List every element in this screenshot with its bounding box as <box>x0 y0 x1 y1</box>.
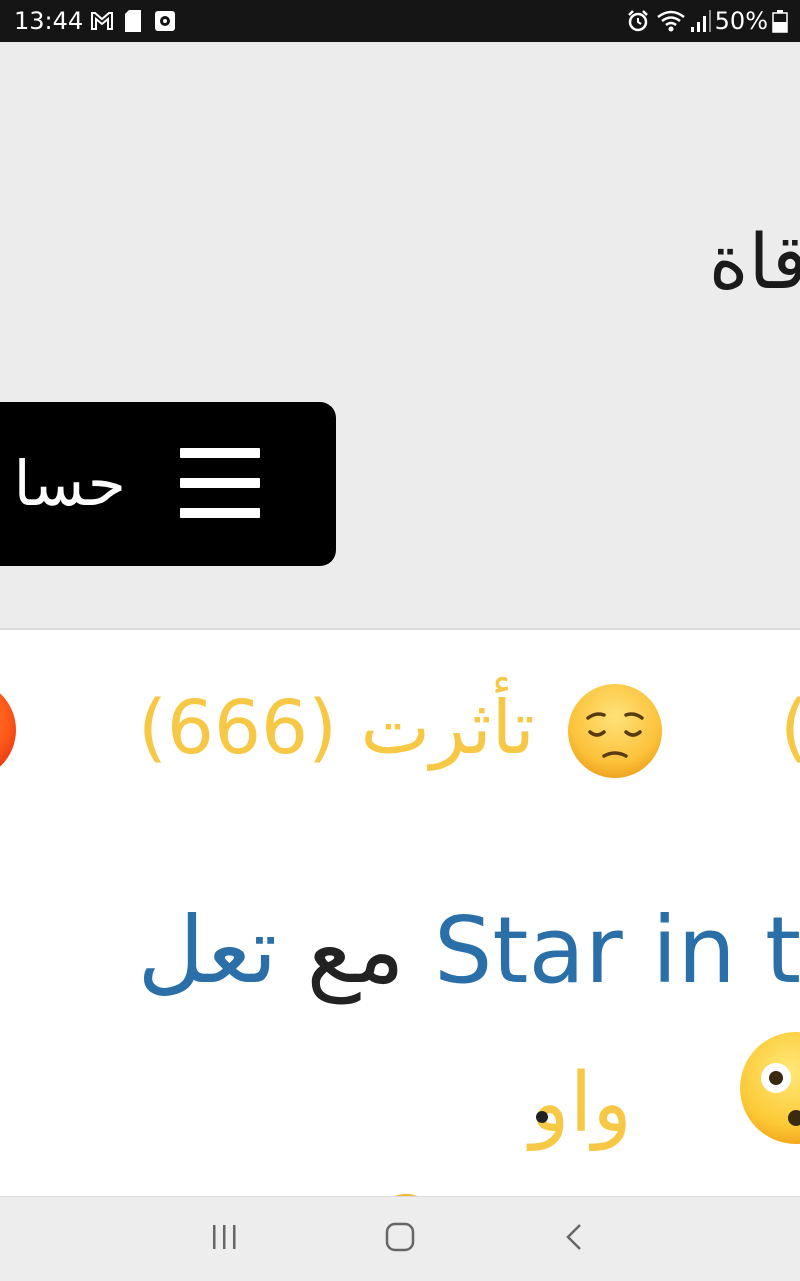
gmail-icon <box>91 12 113 30</box>
comment-item: Star in the da مع تعل واو <box>0 826 800 1196</box>
reactions-bar: (666) تأثرت ( <box>0 628 800 829</box>
menu-label: حسا <box>13 447 126 520</box>
wifi-icon <box>657 10 685 32</box>
comment-reaction-word: واو <box>530 1056 632 1151</box>
reaction-sad-label[interactable]: (666) تأثرت <box>138 680 535 776</box>
hamburger-menu-icon[interactable] <box>180 448 260 518</box>
reaction-count: (666) <box>138 685 337 771</box>
wow-face-icon <box>740 1032 800 1144</box>
back-icon[interactable] <box>560 1217 590 1257</box>
comment-with: مع <box>306 897 405 1004</box>
sd-card-icon <box>125 10 141 32</box>
status-bar: 13:44 50% <box>0 0 800 42</box>
reaction-partial-paren: ( <box>780 680 800 776</box>
battery-icon <box>772 10 788 33</box>
app-icon <box>155 11 175 31</box>
recent-apps-icon[interactable] <box>210 1217 240 1257</box>
battery-percentage: 50% <box>714 7 768 35</box>
page-title: قاة <box>708 217 800 306</box>
status-time: 13:44 <box>14 7 84 35</box>
signal-icon <box>691 10 711 32</box>
system-navigation-bar <box>0 1196 800 1281</box>
page-header: قاة حسا <box>0 42 800 628</box>
comment-period <box>536 1111 548 1123</box>
menu-bar[interactable]: حسا <box>0 402 336 566</box>
reaction-label: تأثرت <box>360 685 535 771</box>
comment-text: Star in the da مع تعل <box>138 896 800 1006</box>
alarm-icon <box>628 10 648 32</box>
angry-face-icon[interactable] <box>0 678 18 782</box>
home-icon[interactable] <box>384 1217 416 1257</box>
comment-prefix-link[interactable]: تعل <box>138 897 278 1004</box>
sad-face-icon[interactable] <box>566 682 664 780</box>
comment-author-link[interactable]: Star in the da <box>434 897 800 1004</box>
